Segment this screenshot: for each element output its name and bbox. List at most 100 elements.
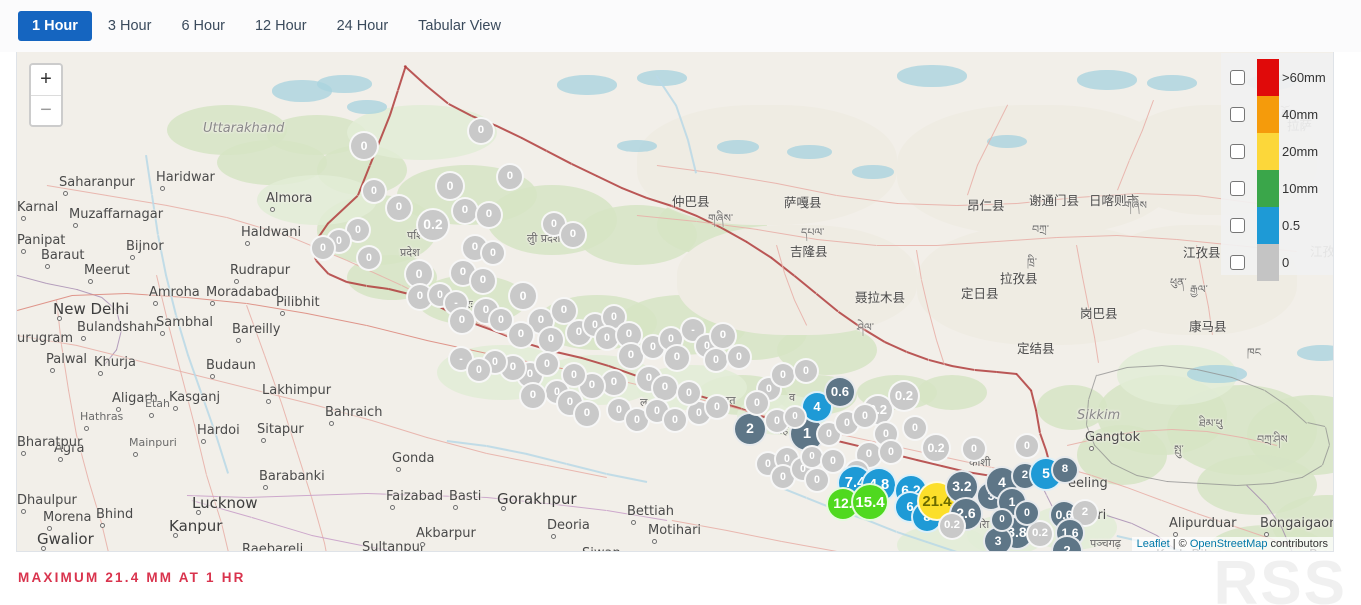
attribution-separator: | <box>1169 538 1179 550</box>
map-line <box>1187 551 1222 552</box>
legend-checkbox[interactable] <box>1230 144 1245 159</box>
legend-label: 10mm <box>1282 181 1319 196</box>
map-city-dot <box>160 331 165 336</box>
legend-color-swatch <box>1257 96 1279 133</box>
leaflet-map[interactable]: New Delhi Saharanpur Muzaffarnagar Karnal Pa… <box>16 44 1334 552</box>
rain-station-marker[interactable]: 0 <box>1014 500 1040 526</box>
map-city-dot <box>130 255 135 260</box>
rain-station-marker[interactable]: 0 <box>663 344 691 372</box>
rain-station-marker[interactable]: 0 <box>704 394 730 420</box>
zoom-in-button[interactable]: + <box>31 65 61 95</box>
rain-station-marker[interactable]: 0 <box>537 326 565 354</box>
map-city-dot <box>21 216 26 221</box>
rain-station-marker[interactable]: 0.2 <box>416 208 450 242</box>
rain-station-marker[interactable]: 0 <box>852 403 878 429</box>
rain-station-marker[interactable]: 0 <box>878 439 904 465</box>
rain-station-marker[interactable]: 0 <box>469 267 497 295</box>
rain-station-marker[interactable]: 0 <box>496 163 524 191</box>
rain-station-marker[interactable]: 0 <box>573 400 601 428</box>
rain-station-marker[interactable]: 0.2 <box>938 512 966 540</box>
legend-checkbox[interactable] <box>1230 70 1245 85</box>
map-line <box>837 551 892 552</box>
leaflet-link[interactable]: Leaflet <box>1137 538 1170 550</box>
map-city-dot <box>21 249 26 254</box>
map-terrain-blob <box>987 135 1027 148</box>
rain-station-marker[interactable]: 0 <box>534 351 560 377</box>
map-city-dot <box>173 406 178 411</box>
rain-station-marker[interactable]: 0 <box>467 117 495 145</box>
rain-station-marker[interactable]: 0 <box>507 321 535 349</box>
rain-station-marker[interactable]: 0 <box>385 194 413 222</box>
rain-station-marker[interactable]: 0 <box>662 407 688 433</box>
map-city-dot <box>551 534 556 539</box>
map-city-dot <box>210 301 215 306</box>
rain-station-marker[interactable]: 2 <box>733 412 767 446</box>
map-city-dot <box>153 301 158 306</box>
legend-checkbox[interactable] <box>1230 181 1245 196</box>
map-city-dot <box>81 336 86 341</box>
rss-watermark: RSS <box>1213 549 1347 605</box>
rain-station-marker[interactable]: 0 <box>770 362 796 388</box>
rain-station-marker[interactable]: 8 <box>1051 456 1079 484</box>
legend-checkbox[interactable] <box>1230 218 1245 233</box>
rain-station-marker[interactable]: 0 <box>356 245 382 271</box>
map-city-dot <box>45 264 50 269</box>
rain-station-marker[interactable]: 0 <box>961 436 987 462</box>
tab-tabular-view[interactable]: Tabular View <box>404 11 515 42</box>
map-canvas[interactable]: New Delhi Saharanpur Muzaffarnagar Karnal Pa… <box>17 45 1333 552</box>
legend-checkbox[interactable] <box>1230 255 1245 270</box>
rain-station-marker[interactable]: 0 <box>361 178 387 204</box>
rain-station-marker[interactable]: 0 <box>783 405 807 429</box>
map-city-dot <box>245 241 250 246</box>
tab-24-hour[interactable]: 24 Hour <box>323 11 403 42</box>
rain-station-marker[interactable]: 0 <box>703 347 729 373</box>
legend-row[interactable]: 20mm <box>1221 133 1333 170</box>
rain-station-marker[interactable]: 0 <box>466 357 492 383</box>
map-city-dot <box>1089 446 1094 451</box>
tab-12-hour[interactable]: 12 Hour <box>241 11 321 42</box>
rain-station-marker[interactable]: 0 <box>480 240 506 266</box>
map-city-dot <box>210 374 215 379</box>
map-terrain-blob <box>717 140 759 154</box>
rain-station-marker[interactable]: 0 <box>475 201 503 229</box>
map-city-dot <box>261 438 266 443</box>
rain-station-marker[interactable]: 0 <box>1014 433 1040 459</box>
legend-row[interactable]: 40mm <box>1221 96 1333 133</box>
legend-row[interactable]: 0.5 <box>1221 207 1333 244</box>
map-city-dot <box>116 407 121 412</box>
map-terrain-blob <box>917 375 987 410</box>
rain-station-marker[interactable]: 0 <box>793 358 819 384</box>
rain-station-marker[interactable]: 15.4 <box>851 483 889 521</box>
map-terrain-blob <box>317 75 372 93</box>
map-terrain-blob <box>1037 385 1107 430</box>
zoom-out-button[interactable]: − <box>31 95 61 125</box>
legend-checkbox[interactable] <box>1230 107 1245 122</box>
rainfall-legend[interactable]: >60mm 40mm 20mm 10mm 0.5 0 <box>1221 53 1333 281</box>
zoom-control[interactable]: + − <box>29 63 63 127</box>
rain-station-marker[interactable]: 0 <box>559 221 587 249</box>
rain-station-marker[interactable]: 0 <box>990 508 1014 532</box>
rain-station-marker[interactable]: 0.2 <box>888 380 920 412</box>
tab-6-hour[interactable]: 6 Hour <box>167 11 239 42</box>
tab-1-hour[interactable]: 1 Hour <box>18 10 92 42</box>
tab-3-hour[interactable]: 3 Hour <box>94 11 166 42</box>
map-terrain-blob <box>1077 70 1137 90</box>
openstreetmap-link[interactable]: OpenStreetMap <box>1190 538 1268 550</box>
rain-station-marker[interactable]: 0.2 <box>921 433 951 463</box>
rain-station-marker[interactable]: 0.6 <box>824 376 856 408</box>
rain-station-marker[interactable]: 0 <box>676 380 702 406</box>
map-terrain-blob <box>347 100 387 114</box>
map-city-dot <box>84 426 89 431</box>
rain-station-marker[interactable]: 0 <box>349 131 379 161</box>
duration-tab-bar[interactable]: 1 Hour 3 Hour 6 Hour 12 Hour 24 Hour Tabular … <box>0 0 1361 52</box>
legend-row[interactable]: 0 <box>1221 244 1333 281</box>
rain-station-marker[interactable]: 0 <box>508 281 538 311</box>
attribution-copyright: © <box>1178 538 1190 550</box>
legend-row[interactable]: 10mm <box>1221 170 1333 207</box>
legend-row[interactable]: >60mm <box>1221 59 1333 96</box>
rain-station-marker[interactable]: 0 <box>519 382 547 410</box>
rain-station-marker[interactable]: 0 <box>726 344 752 370</box>
map-city-dot <box>396 467 401 472</box>
rain-station-marker[interactable]: 0 <box>310 235 336 261</box>
map-city-dot <box>63 191 68 196</box>
